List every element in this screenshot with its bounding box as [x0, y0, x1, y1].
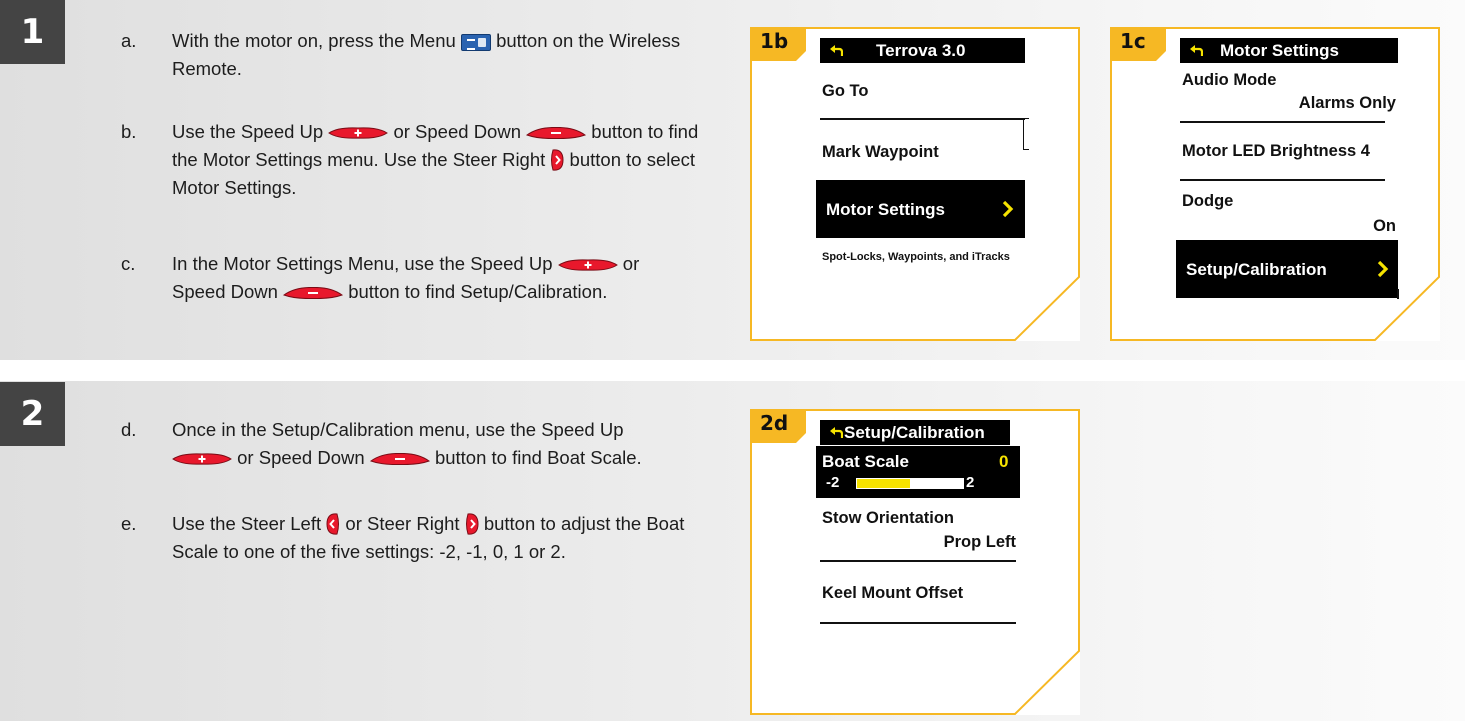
speed-up-button-icon	[558, 259, 618, 271]
steer-right-button-icon	[550, 149, 564, 171]
screen-title-bar: Terrova 3.0	[820, 38, 1025, 63]
panel-label: 1b	[760, 29, 789, 53]
instruction-text: Use the Speed Up or Speed Down button to…	[172, 121, 699, 198]
instruction-letter: e.	[121, 513, 137, 534]
instruction-text: In the Motor Settings Menu, use the Spee…	[172, 253, 640, 302]
selected-menu-item: Motor Settings	[816, 180, 1025, 238]
setting-keel-mount-offset: Keel Mount Offset	[822, 584, 964, 602]
setting-dodge-value: On	[1373, 217, 1396, 235]
speed-down-button-icon	[283, 287, 343, 299]
step-number-badge: 2	[0, 382, 65, 446]
scroll-bracket	[1023, 118, 1029, 150]
boat-scale-value: 0	[999, 452, 1009, 471]
boat-scale-slider	[856, 478, 964, 489]
step-1-section: 1 a. With the motor on, press the Menu b…	[0, 0, 1465, 360]
instruction-letter: a.	[121, 30, 137, 51]
panel-label: 1c	[1120, 29, 1146, 53]
step-2-section: 2 d. Once in the Setup/Calibration menu,…	[0, 381, 1465, 721]
back-arrow-icon	[829, 44, 843, 56]
back-arrow-icon	[1189, 44, 1203, 56]
speed-up-button-icon	[328, 127, 388, 139]
instruction-letter: d.	[121, 419, 137, 440]
back-arrow-icon	[829, 426, 843, 438]
speed-up-button-icon	[172, 453, 232, 465]
boat-scale-label: Boat Scale	[822, 452, 909, 471]
screen-title: Motor Settings	[1220, 41, 1339, 60]
screen-panel-1b: 1b Terrova 3.0 Go To Mark Waypoint Motor…	[750, 27, 1080, 341]
scale-max-label: 2	[966, 474, 975, 491]
panel-label: 2d	[760, 411, 789, 435]
instruction-letter: c.	[121, 253, 136, 274]
menu-item-mark-waypoint: Mark Waypoint	[822, 143, 939, 161]
screen-title: Terrova 3.0	[876, 41, 966, 60]
menu-item-go-to: Go To	[822, 82, 869, 100]
divider	[1180, 179, 1385, 181]
chevron-right-icon	[1377, 260, 1389, 278]
divider	[820, 118, 1025, 120]
screen-title-bar: Motor Settings	[1180, 38, 1398, 63]
setting-audio-mode-value: Alarms Only	[1298, 94, 1396, 112]
setting-stow-orientation-value: Prop Left	[943, 533, 1016, 551]
selected-item-label: Motor Settings	[826, 200, 945, 219]
setting-motor-led-brightness: Motor LED Brightness 4	[1182, 142, 1370, 160]
instruction-letter: b.	[121, 121, 137, 142]
selected-setting-boat-scale: Boat Scale 0 -2 2	[816, 446, 1020, 498]
screen-title: Setup/Calibration	[844, 423, 985, 442]
divider	[820, 622, 1016, 624]
steer-left-button-icon	[326, 513, 340, 535]
setting-dodge: Dodge	[1182, 192, 1234, 210]
divider	[1180, 121, 1385, 123]
menu-button-icon	[460, 34, 491, 51]
screen-panel-1c: 1c Motor Settings Audio Mode Alarms Only…	[1110, 27, 1440, 341]
speed-down-button-icon	[526, 127, 586, 139]
screen-panel-2d: 2d Setup/Calibration Boat Scale 0 -2 2 S…	[750, 409, 1080, 715]
menu-item-description: Spot-Locks, Waypoints, and iTracks	[822, 251, 1010, 263]
chevron-right-icon	[1002, 200, 1014, 218]
selected-menu-item: Setup/Calibration	[1176, 240, 1398, 298]
instruction-text: With the motor on, press the Menu button…	[172, 30, 681, 79]
setting-audio-mode: Audio Mode	[1182, 71, 1277, 89]
scroll-indicator	[1397, 289, 1399, 299]
steer-right-button-icon	[465, 513, 479, 535]
scale-min-label: -2	[826, 474, 840, 491]
divider	[820, 560, 1016, 562]
screen-title-bar: Setup/Calibration	[820, 420, 1010, 445]
selected-item-label: Setup/Calibration	[1186, 260, 1327, 279]
boat-scale-slider-fill	[857, 479, 910, 488]
instruction-text: Use the Steer Left or Steer Right button…	[172, 513, 685, 562]
instruction-text: Once in the Setup/Calibration menu, use …	[172, 419, 642, 468]
step-number-badge: 1	[0, 0, 65, 64]
setting-stow-orientation: Stow Orientation	[822, 509, 954, 527]
speed-down-button-icon	[370, 453, 430, 465]
